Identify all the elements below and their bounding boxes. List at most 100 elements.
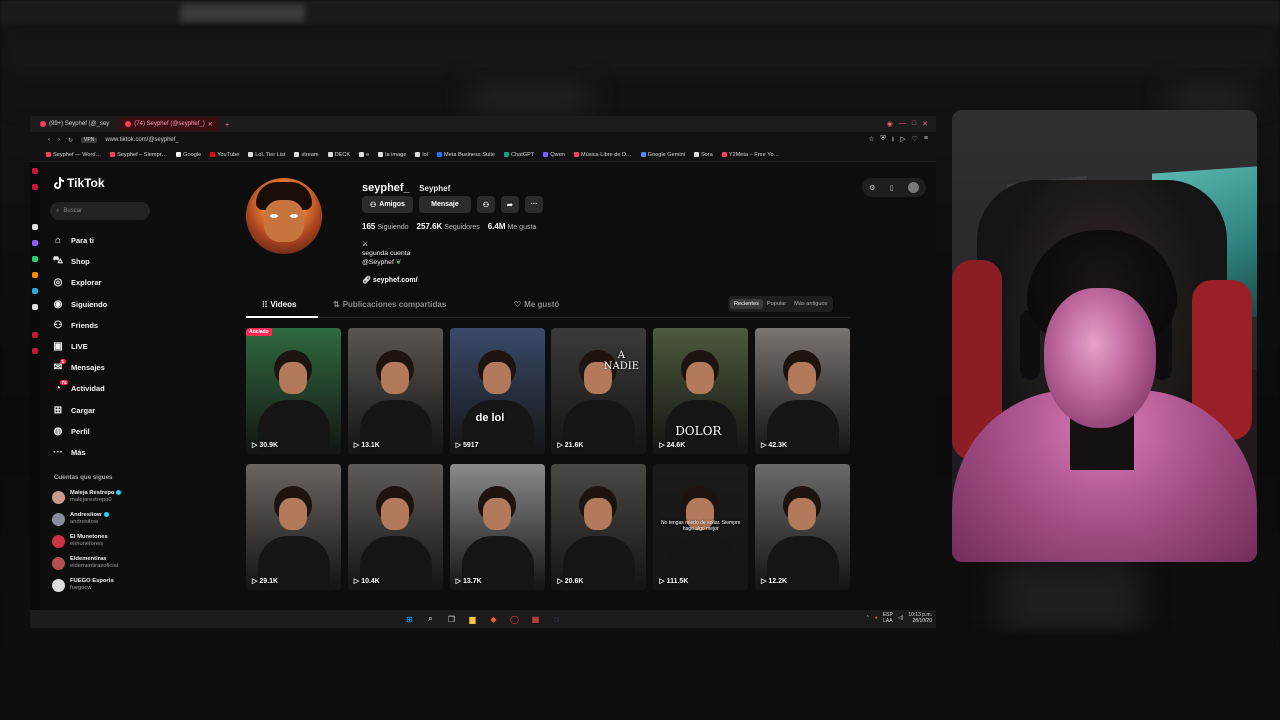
video-card[interactable]: DOLOR ▷ 24.6K [653,328,749,454]
sidebar-item-actividad[interactable]: ◔ 74 Actividad [52,378,172,399]
brave-browser-icon[interactable]: ◆ [488,614,499,625]
share-button[interactable]: ➦ [500,196,519,213]
file-explorer-icon[interactable]: ▆ [467,614,478,625]
profile-link[interactable]: 🔗︎ seyphef.com/ [362,276,418,284]
video-card[interactable]: ▷ 20.6K [551,464,647,590]
bookmark-item[interactable]: ChatGPT [504,152,534,158]
sidebar-item-friends[interactable]: ⚇ Friends [52,315,172,336]
device-icon[interactable]: ▯ [890,184,894,192]
shield-icon[interactable]: ⛨ [881,135,886,146]
bookmark-item[interactable]: Google [176,152,201,158]
bookmark-item[interactable]: Seyphef — Word… [46,152,101,158]
clock[interactable]: 10:13 p.m. 28/10/20 [908,612,932,624]
video-card[interactable]: ▷ 13.1K [347,328,443,454]
sidebar-item-mensajes[interactable]: ✉ 1 Mensajes [52,357,172,378]
back-icon[interactable]: ‹ [48,137,50,143]
video-card[interactable]: ▷ 29.1K [246,464,341,590]
menu-icon[interactable]: ≡ [924,135,928,146]
task-view-icon[interactable]: ❐ [446,614,457,625]
browser-tab-active[interactable]: (74) Seyphef (@seyphef_) ✕ [119,117,219,131]
message-button[interactable]: Mensaje [418,196,471,213]
forward-icon[interactable]: › [58,137,60,143]
windows-start-icon[interactable]: ⊞ [404,614,415,625]
sidebar-item-más[interactable]: ··· Más [52,442,172,463]
download-icon[interactable]: ⭳ [892,135,894,146]
video-card[interactable]: ▷ 42.3K [755,328,850,454]
settings-icon[interactable]: ⚙ [869,184,875,192]
sort-popular[interactable]: Popular [763,299,790,309]
calendar-app-icon[interactable]: ▦ [530,614,541,625]
tab-reposts[interactable]: ⇅ Publicaciones compartidas [333,300,446,309]
account-username: fuegocw [70,585,92,591]
sort-recent[interactable]: Recientes [730,299,763,309]
bookmark-item[interactable]: LoL Tier List [248,152,285,158]
heart-icon[interactable]: ♡ [912,135,918,146]
sidebar-item-siguiendo[interactable]: ◉ Siguiendo [52,294,172,315]
video-card[interactable]: ▷ 12.2K [755,464,850,590]
video-card[interactable]: No tengas miedo de soltar. Siempre hago … [653,464,749,590]
reload-icon[interactable]: ↻ [68,137,73,144]
add-friend-button[interactable]: ⚇ [476,196,495,213]
bookmark-item[interactable]: Google Gemini [640,152,685,158]
bookmark-item[interactable]: Música Libre de D… [573,152,632,158]
language-indicator[interactable]: ESP LAA [883,612,893,624]
bookmark-item[interactable]: Meta Business Suite [437,152,495,158]
play-icon: ▷ [761,578,767,585]
profile-avatar[interactable] [246,178,322,254]
stat-followers[interactable]: 257.6K Seguidores [417,222,480,231]
mic-icon[interactable]: ● [875,615,878,621]
sidebar-item-live[interactable]: ▣ LIVE [52,336,172,357]
more-options-button[interactable]: ··· [524,196,543,213]
extension-icon[interactable]: ◉ [887,120,893,128]
friends-button[interactable]: ⚇ Amigos [362,196,413,213]
video-card[interactable]: Anclado ▷ 30.9K [246,328,341,454]
video-card[interactable]: de lol ▷ 5917 [449,328,545,454]
sidebar-item-para-ti[interactable]: ⌂ Para ti [52,230,172,251]
close-window-icon[interactable]: ✕ [922,120,928,128]
stat-following[interactable]: 165 Siguiendo [362,222,409,231]
maximize-icon[interactable]: □ [912,120,916,128]
bookmark-item[interactable]: lol [415,152,428,158]
bookmark-item[interactable]: DECK [327,152,350,158]
bookmark-item[interactable]: stream [294,152,319,158]
bio-mention[interactable]: @Seyphef [362,259,394,266]
sidebar-item-shop[interactable]: ⛍ Shop [52,251,172,272]
following-account[interactable]: Eldementiras eldementirasoficial [52,552,172,574]
bookmark-item[interactable]: Qwen [543,152,565,158]
bookmark-item[interactable]: e [359,152,369,158]
sidebar-item-cargar[interactable]: ⊞ Cargar [52,400,172,421]
account-avatar-icon[interactable] [907,182,919,193]
video-card[interactable]: ▷ 10.4K [347,464,443,590]
minimize-icon[interactable]: — [899,120,906,128]
vpn-badge[interactable]: VPN [81,137,98,143]
sidebar-item-explorar[interactable]: ◎ Explorar [52,272,172,293]
opera-browser-icon[interactable]: ◯ [509,614,520,625]
new-tab-icon[interactable]: + [225,120,230,129]
video-card[interactable]: A NADIE ▷ 21.6K [551,328,647,454]
speaker-icon[interactable]: ◁) [898,615,904,621]
bookmark-item[interactable]: Seyphef – Siempr… [110,152,167,158]
tab-liked[interactable]: ♡ Me gustó [514,300,559,309]
search-icon[interactable]: ⌕ [425,614,436,625]
following-account[interactable]: El Munetones elmunetones [52,530,172,552]
bookmark-item[interactable]: la image [378,152,406,158]
sort-oldest[interactable]: Más antiguos [790,299,831,309]
following-account[interactable]: Andresitow andresitow [52,508,172,530]
close-tab-icon[interactable]: ✕ [208,121,213,128]
bookmark-icon[interactable]: ☆ [868,135,874,146]
bookmark-item[interactable]: Y2Meta – Free Yo… [721,152,779,158]
bookmark-item[interactable]: YouTube [210,152,239,158]
following-account[interactable]: Maleja Restrepo malejarestrepo0 [52,486,172,508]
chevron-up-icon[interactable]: ⌃ [866,615,870,621]
browser-tab[interactable]: (99+) Seyphef (@_sey [34,117,115,131]
app-icon[interactable]: ◌ [551,614,562,625]
search-input[interactable]: ⌕ Buscar [50,202,150,220]
video-card[interactable]: ▷ 13.7K [449,464,545,590]
sidebar-item-perfil[interactable]: ◍ Perfil [52,421,172,442]
url-field[interactable]: www.tiktok.com/@seyphef_ [105,137,178,143]
following-account[interactable]: FUEGO Esports fuegocw [52,574,172,596]
play-icon[interactable]: ▷ [900,135,905,146]
bookmark-item[interactable]: Sora [693,152,713,158]
tiktok-logo[interactable]: TikTok [54,176,105,190]
tab-videos[interactable]: ⁞⁞ Videos [262,300,296,309]
